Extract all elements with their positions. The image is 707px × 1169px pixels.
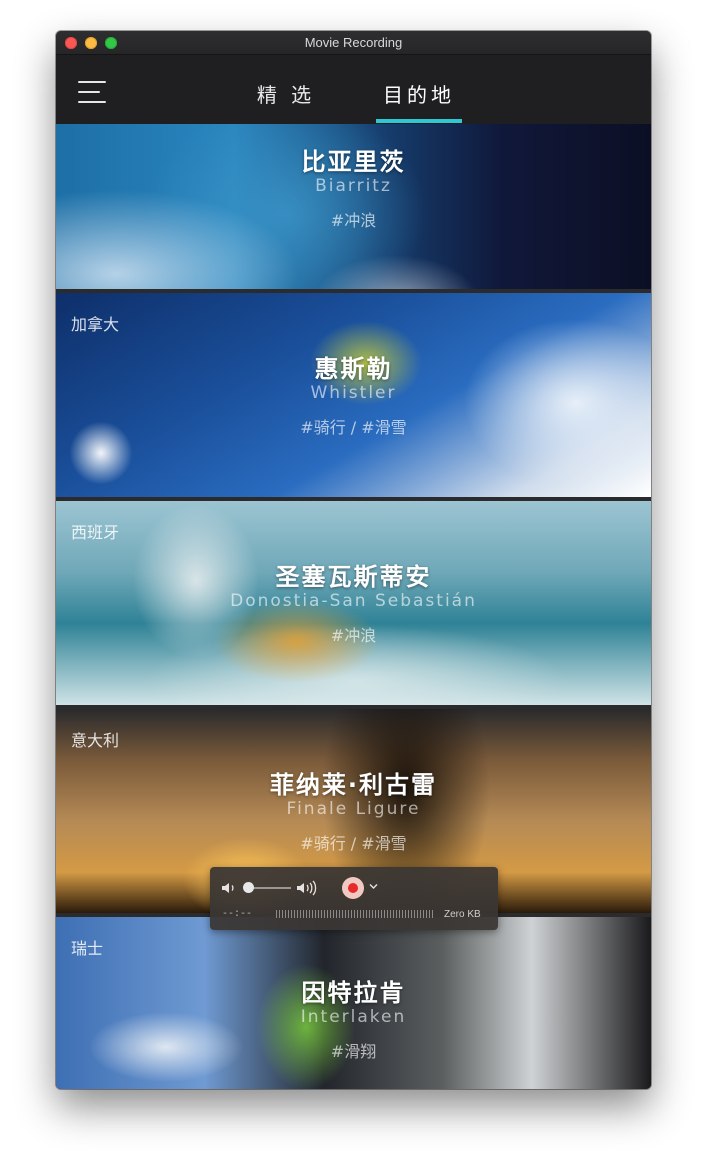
destination-card-whistler[interactable]: 加拿大 惠斯勒 Whistler #骑行 / #滑雪 xyxy=(56,293,651,497)
window-title: Movie Recording xyxy=(304,35,403,50)
country-label: 瑞士 xyxy=(71,939,104,958)
top-nav: 精 选 目的地 xyxy=(56,55,651,124)
country-label: 加拿大 xyxy=(71,315,120,334)
destination-name-cn: 比亚里茨 xyxy=(301,148,406,176)
title-bar[interactable]: Movie Recording xyxy=(56,31,651,55)
destination-name-cn: 菲纳莱·利古雷 xyxy=(269,771,438,799)
audio-level-meter xyxy=(276,910,433,918)
destination-name-en: Donostia-San Sebastián xyxy=(230,591,477,611)
destination-name-en: Biarritz xyxy=(315,176,392,196)
destination-name-en: Whistler xyxy=(310,383,397,403)
destination-name-en: Finale Ligure xyxy=(286,799,421,819)
destination-tags: #冲浪 xyxy=(330,211,377,230)
active-tab-indicator xyxy=(376,119,462,123)
recording-time: --:-- xyxy=(222,909,253,920)
record-button[interactable] xyxy=(342,877,364,899)
recording-controls[interactable]: --:-- Zero KB xyxy=(210,867,498,930)
destination-tags: #冲浪 xyxy=(330,626,377,645)
country-label: 西班牙 xyxy=(71,523,120,542)
destination-name-cn: 惠斯勒 xyxy=(314,355,393,383)
volume-slider-thumb[interactable] xyxy=(243,882,254,893)
country-label: 意大利 xyxy=(71,731,120,750)
destination-card-biarritz[interactable]: 比亚里茨 Biarritz #冲浪 xyxy=(56,124,651,289)
tab-destinations[interactable]: 目的地 xyxy=(376,79,462,124)
volume-high-icon xyxy=(297,880,317,896)
app-window: Movie Recording 精 选 目的地 比亚里茨 Biarritz #冲… xyxy=(56,31,651,1089)
destination-tags: #骑行 / #滑雪 xyxy=(300,834,407,853)
volume-low-icon xyxy=(222,883,234,893)
file-size-label: Zero KB xyxy=(444,909,481,920)
destination-name-en: Interlaken xyxy=(300,1007,407,1027)
tab-featured[interactable]: 精 选 xyxy=(241,79,331,124)
hamburger-menu-icon[interactable] xyxy=(78,81,106,103)
destination-tags: #滑翔 xyxy=(330,1042,377,1061)
destination-card-san-sebastian[interactable]: 西班牙 圣塞瓦斯蒂安 Donostia-San Sebastián #冲浪 xyxy=(56,501,651,705)
destination-name-cn: 圣塞瓦斯蒂安 xyxy=(275,563,432,591)
destination-card-interlaken[interactable]: 瑞士 因特拉肯 Interlaken #滑翔 xyxy=(56,917,651,1089)
destination-tags: #骑行 / #滑雪 xyxy=(300,418,407,437)
chevron-down-icon[interactable] xyxy=(369,883,378,890)
destination-name-cn: 因特拉肯 xyxy=(301,979,406,1007)
